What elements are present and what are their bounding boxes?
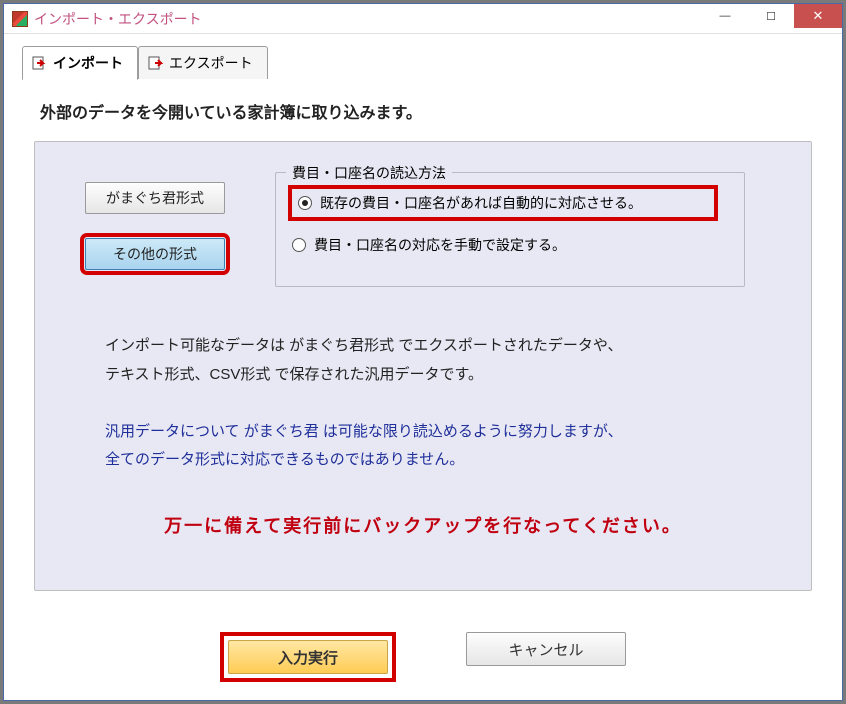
execute-button[interactable]: 入力実行 bbox=[228, 640, 388, 674]
info-line: インポート可能なデータは がまぐち君形式 でエクスポートされたデータや、 bbox=[105, 332, 623, 361]
app-icon bbox=[12, 11, 28, 27]
format-other-button[interactable]: その他の形式 bbox=[85, 238, 225, 270]
format-gamaguchi-button[interactable]: がまぐち君形式 bbox=[85, 182, 225, 214]
radio-manual-match[interactable]: 費目・口座名の対応を手動で設定する。 bbox=[292, 235, 734, 255]
action-row: 入力実行 キャンセル bbox=[4, 632, 842, 682]
page-heading: 外部のデータを今開いている家計簿に取り込みます。 bbox=[40, 99, 842, 123]
tab-bar: インポート エクスポート bbox=[22, 46, 842, 79]
read-method-legend: 費目・口座名の読込方法 bbox=[286, 163, 452, 183]
import-icon bbox=[31, 55, 47, 71]
backup-warning: 万一に備えて実行前にバックアップを行なってください。 bbox=[35, 512, 811, 538]
info-line: テキスト形式、CSV形式 で保存された汎用データです。 bbox=[105, 361, 623, 390]
info-text: インポート可能なデータは がまぐち君形式 でエクスポートされたデータや、 テキス… bbox=[105, 332, 623, 475]
read-method-group: 費目・口座名の読込方法 既存の費目・口座名があれば自動的に対応させる。 費目・口… bbox=[275, 172, 745, 287]
cancel-button[interactable]: キャンセル bbox=[466, 632, 626, 666]
tab-export[interactable]: エクスポート bbox=[138, 46, 268, 79]
info-line: 汎用データについて がまぐち君 は可能な限り読込めるように努力しますが、 bbox=[105, 418, 623, 447]
radio-icon bbox=[298, 196, 312, 210]
maximize-button[interactable]: ☐ bbox=[748, 4, 794, 28]
import-export-dialog: インポート・エクスポート — ☐ ✕ インポート エクスポート 外部のデータを今… bbox=[3, 3, 843, 701]
close-button[interactable]: ✕ bbox=[794, 4, 842, 28]
tab-import-label: インポート bbox=[53, 53, 123, 73]
export-icon bbox=[147, 55, 163, 71]
titlebar: インポート・エクスポート — ☐ ✕ bbox=[4, 4, 842, 34]
minimize-button[interactable]: — bbox=[702, 4, 748, 28]
radio-auto-match[interactable]: 既存の費目・口座名があれば自動的に対応させる。 bbox=[288, 185, 718, 221]
tab-export-label: エクスポート bbox=[169, 53, 253, 73]
execute-highlight: 入力実行 bbox=[220, 632, 396, 682]
tab-import[interactable]: インポート bbox=[22, 46, 138, 80]
format-column: がまぐち君形式 その他の形式 bbox=[85, 182, 255, 294]
import-panel: がまぐち君形式 その他の形式 費目・口座名の読込方法 既存の費目・口座名があれば… bbox=[34, 141, 812, 591]
info-line: 全てのデータ形式に対応できるものではありません。 bbox=[105, 446, 623, 475]
radio-auto-label: 既存の費目・口座名があれば自動的に対応させる。 bbox=[320, 193, 642, 213]
radio-icon bbox=[292, 238, 306, 252]
radio-manual-label: 費目・口座名の対応を手動で設定する。 bbox=[314, 235, 566, 255]
window-title: インポート・エクスポート bbox=[34, 9, 702, 29]
